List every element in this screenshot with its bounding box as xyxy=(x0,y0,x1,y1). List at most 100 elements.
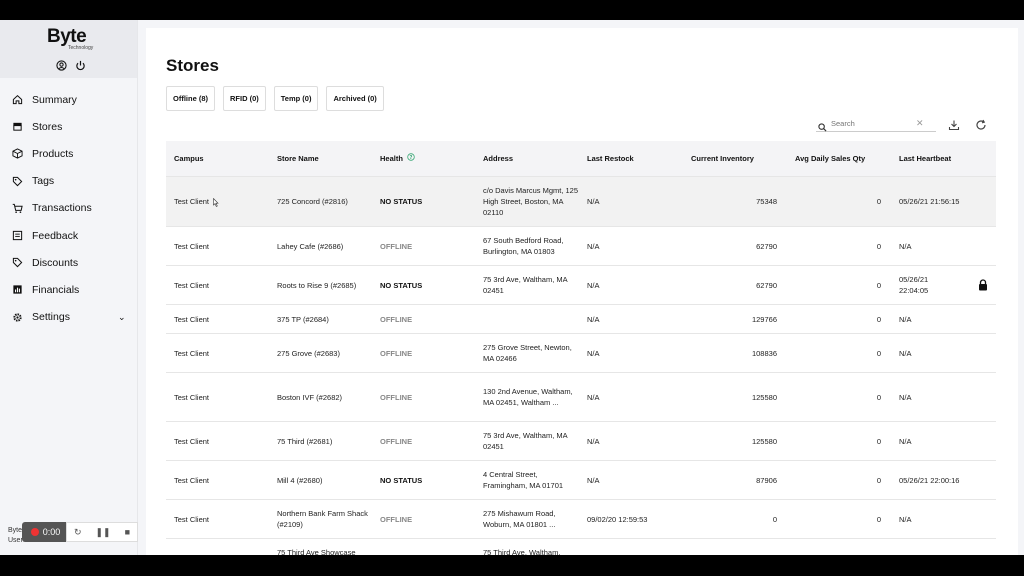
cell-heartbeat: N/A xyxy=(899,241,912,251)
cell-health: OFFLINE xyxy=(380,392,413,402)
sidebar-item-stores[interactable]: Stores xyxy=(0,113,138,140)
sidebar-item-label: Discounts xyxy=(32,256,79,269)
cell-heartbeat: 05/26/21 22:00:16 xyxy=(899,475,960,485)
table-row[interactable]: Test Client Roots to Rise 9 (#2685) NO S… xyxy=(166,266,996,305)
recorder-user: Byte User xyxy=(8,526,23,546)
table-row[interactable]: Test Client Boston IVF (#2682) OFFLINE 1… xyxy=(166,373,996,422)
table-row[interactable]: Test Client 375 TP (#2684) OFFLINE N/A 1… xyxy=(166,305,996,334)
filter-rfid[interactable]: RFID (0) xyxy=(223,86,266,111)
cell-avg-sales: 0 xyxy=(876,392,881,402)
col-header-current-inventory[interactable]: Current Inventory xyxy=(683,153,787,164)
sidebar-item-label: Summary xyxy=(32,93,77,106)
cell-inventory: 108836 xyxy=(751,348,777,358)
restart-icon[interactable]: ↻ xyxy=(74,527,82,538)
recorder-user-top: Byte xyxy=(8,527,23,534)
app-window: Byte Technology Summary Stores Products … xyxy=(0,20,1024,555)
filter-temp[interactable]: Temp (0) xyxy=(273,86,319,111)
col-header-campus[interactable]: Campus xyxy=(166,153,269,164)
table-row[interactable]: Test Client Northern Bank Farm Shack (#2… xyxy=(166,500,996,539)
sidebar-nav: Summary Stores Products Tags Transaction… xyxy=(0,86,138,331)
cell-last-restock: N/A xyxy=(587,475,600,485)
sidebar-item-settings[interactable]: Settings ⌄ xyxy=(0,304,138,331)
info-icon[interactable]: ? xyxy=(407,153,415,164)
cell-health: OFFLINE xyxy=(380,436,413,446)
filter-offline[interactable]: Offline (8) xyxy=(166,86,215,111)
tag-icon xyxy=(12,176,23,187)
cell-inventory: 129766 xyxy=(751,314,777,324)
sidebar-item-financials[interactable]: Financials xyxy=(0,276,138,303)
col-header-last-restock[interactable]: Last Restock xyxy=(579,153,683,164)
col-header-avg-daily-sales[interactable]: Avg Daily Sales Qty xyxy=(787,153,891,164)
cell-inventory: 62790 xyxy=(756,280,777,290)
cell-heartbeat: N/A xyxy=(899,348,912,358)
refresh-icon[interactable] xyxy=(975,118,987,130)
cell-inventory: 75348 xyxy=(756,197,777,206)
brand-subtitle: Technology xyxy=(68,45,94,51)
feedback-icon xyxy=(12,230,23,241)
sidebar-item-label: Settings xyxy=(32,311,70,324)
sidebar-item-tags[interactable]: Tags xyxy=(0,168,138,195)
chart-icon xyxy=(12,284,23,295)
cell-store-name: Northern Bank Farm Shack (#2109) xyxy=(277,509,368,529)
sidebar-item-transactions[interactable]: Transactions xyxy=(0,195,138,222)
cell-address: 130 2nd Avenue, Waltham, MA 02451, Walth… xyxy=(483,387,573,407)
sidebar-item-label: Feedback xyxy=(32,229,79,242)
cell-address: 75 3rd Ave, Waltham, MA 02451 xyxy=(483,431,568,451)
sidebar-item-summary[interactable]: Summary xyxy=(0,86,138,113)
sidebar-item-label: Stores xyxy=(32,120,63,133)
cell-last-restock: N/A xyxy=(587,348,600,358)
stop-icon[interactable]: ■ xyxy=(125,527,130,537)
power-icon[interactable] xyxy=(75,58,86,71)
table-row[interactable]: Test Client Lahey Cafe (#2686) OFFLINE 6… xyxy=(166,227,996,266)
cell-health: NO STATUS xyxy=(380,197,423,206)
chevron-down-icon[interactable]: ⌄ xyxy=(118,312,126,323)
sidebar-item-label: Tags xyxy=(32,175,55,188)
cell-health: OFFLINE xyxy=(380,314,413,324)
recorder-timer: 0:00 xyxy=(22,522,69,542)
col-header-last-heartbeat[interactable]: Last Heartbeat xyxy=(891,153,996,164)
cell-store-name: 75 Third Ave Showcase xyxy=(277,548,356,555)
table-row[interactable]: Test Client 725 Concord (#2816) NO STATU… xyxy=(166,177,996,227)
stores-table: Campus Store Name Health ? Address Last … xyxy=(166,141,996,555)
filter-archived[interactable]: Archived (0) xyxy=(326,86,384,111)
cell-store-name: Lahey Cafe (#2686) xyxy=(277,241,344,251)
timer-text: 0:00 xyxy=(42,527,61,537)
search-box: ✕ xyxy=(816,116,936,132)
search-input[interactable] xyxy=(831,119,916,128)
cell-campus: Test Client xyxy=(174,475,210,485)
sidebar-item-feedback[interactable]: Feedback xyxy=(0,222,138,249)
col-header-address[interactable]: Address xyxy=(475,153,579,164)
table-row[interactable]: Test Client Mill 4 (#2680) NO STATUS 4 C… xyxy=(166,461,996,500)
cell-inventory: 87906 xyxy=(756,475,777,485)
cell-store-name: 375 TP (#2684) xyxy=(277,314,329,324)
table-row[interactable]: Test Client 275 Grove (#2683) OFFLINE 27… xyxy=(166,334,996,373)
health-header-label: Health xyxy=(380,154,403,163)
sidebar-item-products[interactable]: Products xyxy=(0,140,138,167)
download-icon[interactable] xyxy=(948,118,960,131)
table-row[interactable]: 75 Third Ave Showcase 75 Third Ave, Walt… xyxy=(166,539,996,555)
cell-inventory: 62790 xyxy=(756,241,777,251)
clear-search-icon[interactable]: ✕ xyxy=(916,118,924,129)
col-header-health[interactable]: Health ? xyxy=(372,153,475,164)
sidebar-item-discounts[interactable]: Discounts xyxy=(0,249,138,276)
cell-campus: Test Client xyxy=(174,514,210,524)
lock-icon[interactable] xyxy=(978,279,988,291)
pause-icon[interactable]: ❚❚ xyxy=(96,527,111,538)
col-header-store-name[interactable]: Store Name xyxy=(269,153,372,164)
main-content: Stores Offline (8) RFID (0) Temp (0) Arc… xyxy=(146,28,1018,555)
cell-address: 275 Grove Street, Newton, MA 02466 xyxy=(483,343,572,363)
screen-recorder: Byte User 0:00 ↻ ❚❚ ■ xyxy=(8,520,138,550)
recorder-controls: ↻ ❚❚ ■ xyxy=(66,522,138,542)
user-circle-icon[interactable] xyxy=(56,58,67,71)
table-row[interactable]: Test Client 75 Third (#2681) OFFLINE 75 … xyxy=(166,422,996,461)
cell-health: OFFLINE xyxy=(380,348,413,358)
discount-tag-icon xyxy=(12,257,23,268)
cell-avg-sales: 0 xyxy=(876,475,881,485)
cell-avg-sales: 0 xyxy=(876,280,881,290)
sidebar: Byte Technology Summary Stores Products … xyxy=(0,20,138,555)
cell-health: NO STATUS xyxy=(380,475,423,485)
cell-inventory: 0 xyxy=(772,514,777,524)
cell-avg-sales: 0 xyxy=(876,314,881,324)
cell-health: OFFLINE xyxy=(380,514,413,524)
cell-avg-sales: 0 xyxy=(876,348,881,358)
